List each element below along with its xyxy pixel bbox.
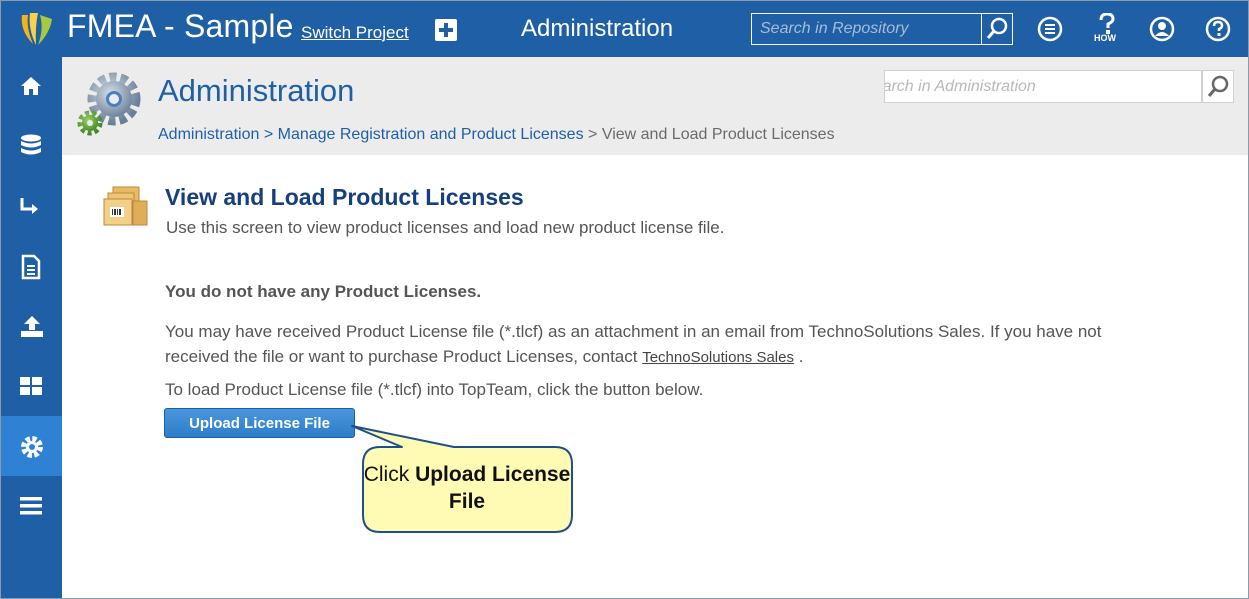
no-licenses-message: You do not have any Product Licenses. bbox=[165, 282, 482, 301]
upload-license-file-button[interactable]: Upload License File bbox=[164, 408, 355, 438]
help-icon[interactable] bbox=[1204, 15, 1232, 43]
breadcrumb-manage-licenses[interactable]: Manage Registration and Product Licenses bbox=[278, 126, 584, 143]
app-window: FMEA - Sample Switch Project Administrat… bbox=[0, 0, 1249, 599]
callout-emphasis: Upload License File bbox=[415, 463, 571, 513]
sidebar-item-repository[interactable] bbox=[1, 117, 62, 175]
top-bar: FMEA - Sample Switch Project Administrat… bbox=[1, 1, 1248, 57]
upload-icon bbox=[21, 316, 43, 337]
database-icon bbox=[21, 134, 41, 155]
license-box-icon bbox=[103, 186, 148, 226]
breadcrumb-separator: > bbox=[259, 126, 278, 143]
breadcrumb: Administration > Manage Registration and… bbox=[158, 126, 835, 144]
section-title: Administration bbox=[521, 15, 674, 42]
load-instructions: To load Product License file (*.tlcf) in… bbox=[165, 380, 704, 399]
administration-search-button[interactable] bbox=[1202, 70, 1234, 103]
sidebar-item-administration[interactable] bbox=[1, 416, 62, 476]
license-info-text: You may have received Product License fi… bbox=[165, 319, 1125, 370]
page-title: Administration bbox=[158, 73, 355, 108]
arrow-right-icon bbox=[20, 198, 38, 214]
repository-search-button[interactable] bbox=[981, 13, 1013, 45]
info-text: You may have received Product License fi… bbox=[165, 322, 1102, 366]
repository-search-input[interactable] bbox=[751, 13, 982, 45]
search-icon bbox=[986, 17, 1008, 39]
document-icon bbox=[21, 254, 41, 280]
gear-icon bbox=[21, 436, 43, 458]
user-icon[interactable] bbox=[1148, 15, 1176, 43]
how-to-button[interactable]: HOW bbox=[1093, 12, 1121, 47]
breadcrumb-current: View and Load Product Licenses bbox=[601, 126, 835, 143]
sidebar-item-menu[interactable] bbox=[1, 477, 62, 535]
admin-header: Administration Administration > Manage R… bbox=[62, 57, 1248, 155]
sidebar-item-goto[interactable] bbox=[1, 177, 62, 235]
app-logo-icon[interactable] bbox=[18, 11, 56, 47]
clipboard-icon[interactable] bbox=[1036, 15, 1064, 43]
sidebar-item-dashboard[interactable] bbox=[1, 357, 62, 415]
administration-search-input[interactable] bbox=[884, 70, 1202, 103]
administration-gears-icon bbox=[77, 72, 141, 136]
section-description: Use this screen to view product licenses… bbox=[166, 218, 725, 237]
search-icon bbox=[1207, 75, 1229, 97]
sidebar-item-documents[interactable] bbox=[1, 237, 62, 295]
question-icon bbox=[1099, 12, 1115, 34]
callout-text: Click Upload License File bbox=[363, 461, 571, 515]
how-label: HOW bbox=[1094, 33, 1116, 43]
menu-icon bbox=[20, 497, 42, 515]
add-icon[interactable] bbox=[435, 19, 457, 41]
info-end: . bbox=[793, 347, 804, 366]
home-icon bbox=[21, 77, 41, 95]
switch-project-link[interactable]: Switch Project bbox=[301, 23, 409, 43]
callout-prefix: Click bbox=[363, 463, 416, 486]
sidebar-item-upload[interactable] bbox=[1, 297, 62, 355]
breadcrumb-separator: > bbox=[583, 126, 602, 143]
breadcrumb-administration[interactable]: Administration bbox=[158, 126, 259, 143]
sidebar bbox=[1, 57, 62, 598]
sidebar-item-home[interactable] bbox=[1, 57, 62, 115]
dashboard-icon bbox=[20, 377, 42, 395]
contact-sales-link[interactable]: TechnoSolutions Sales bbox=[642, 349, 794, 366]
project-title: FMEA - Sample bbox=[67, 8, 294, 44]
section-heading: View and Load Product Licenses bbox=[165, 184, 524, 210]
